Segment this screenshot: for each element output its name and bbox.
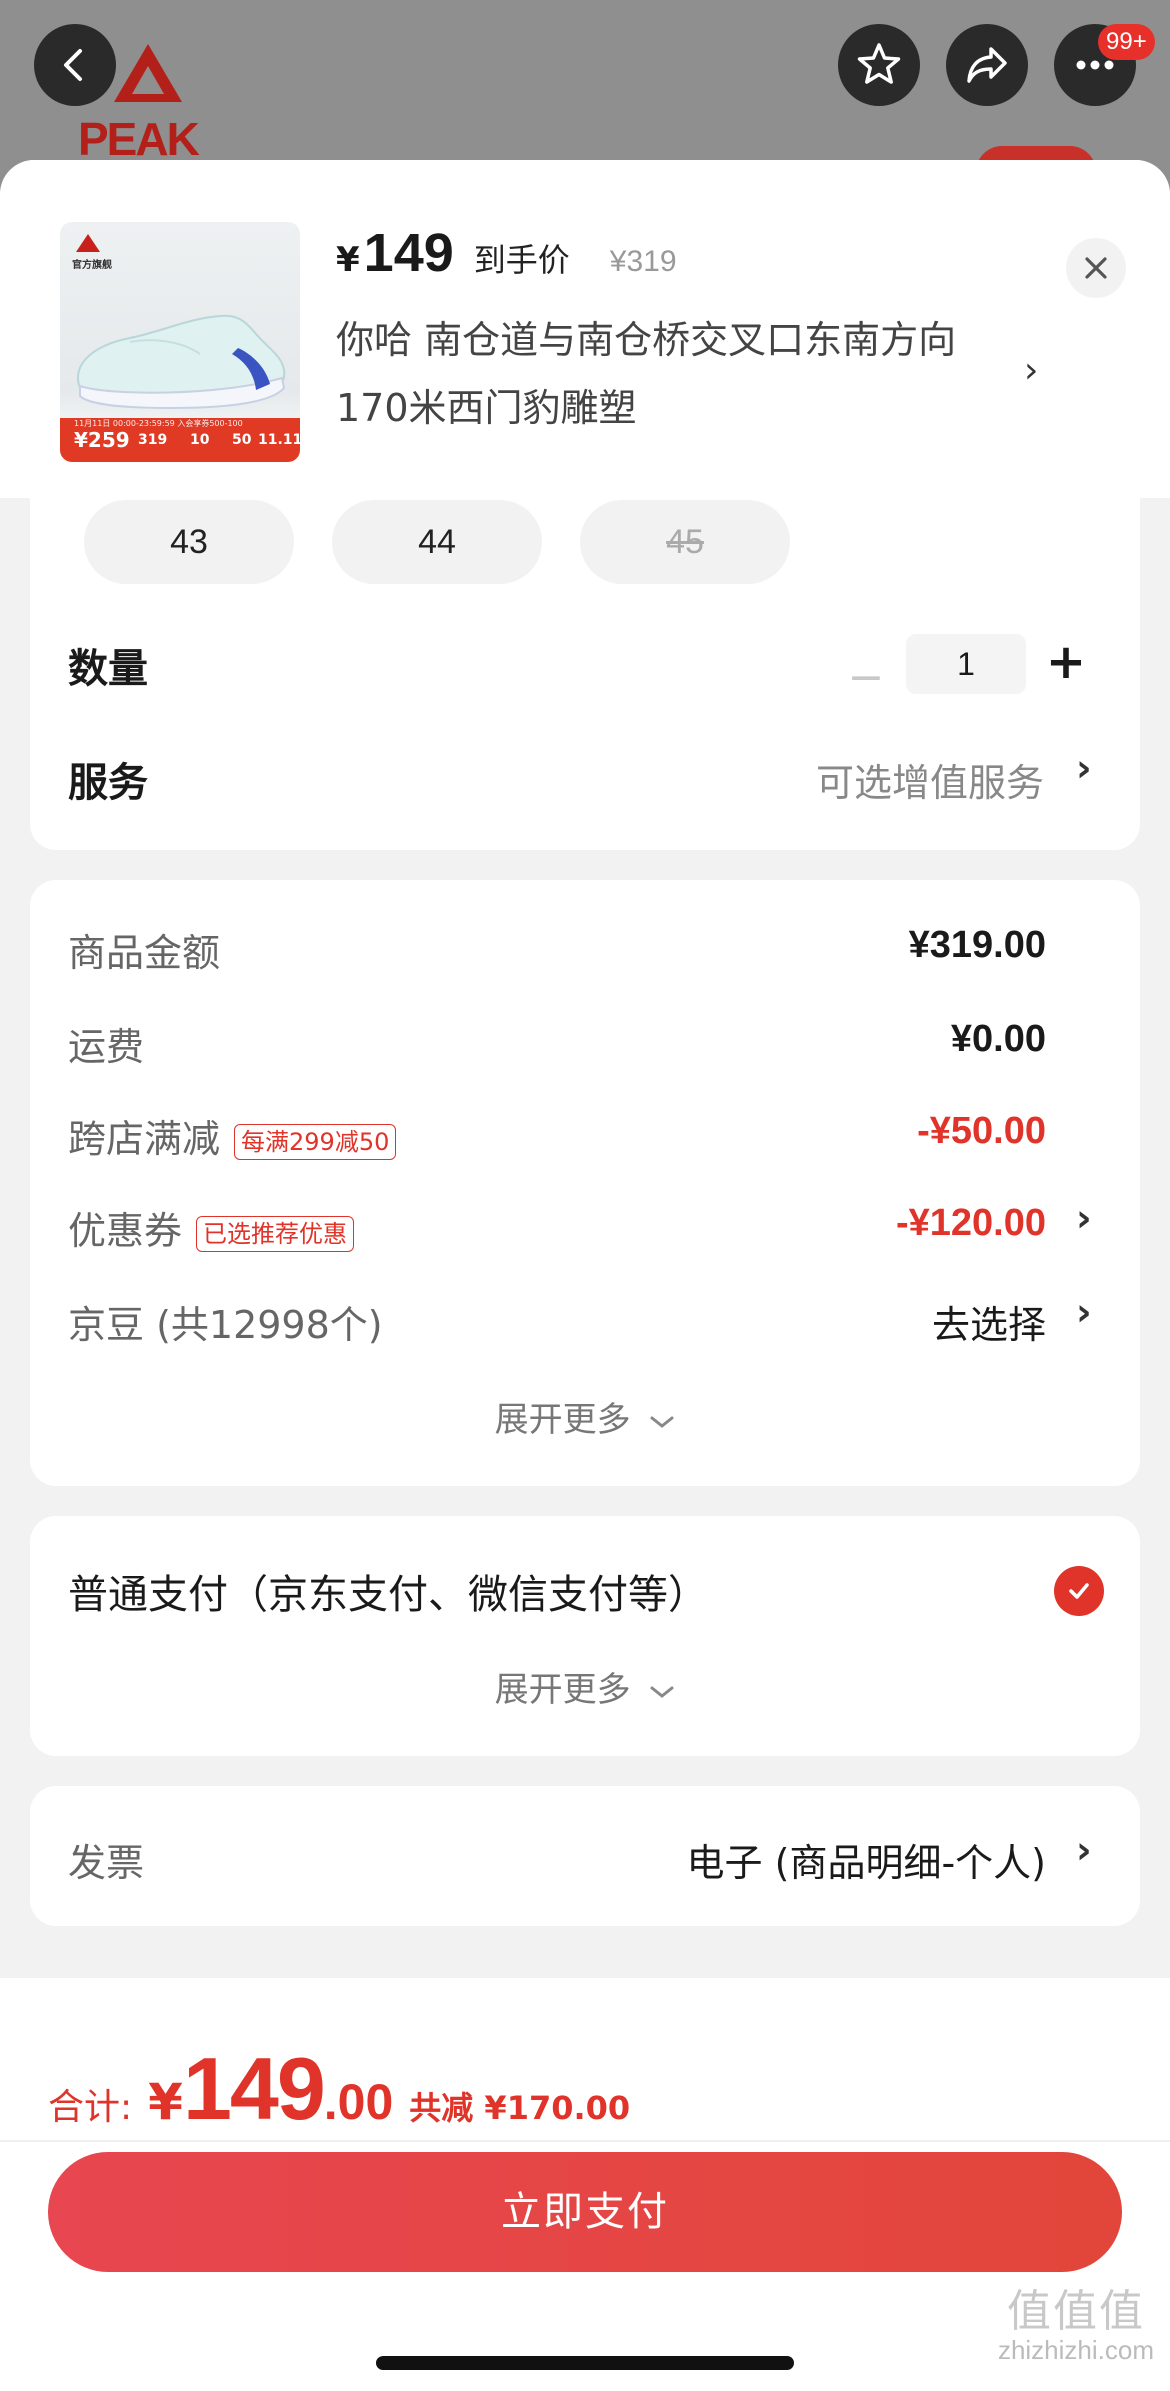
shipping-label: 运费 [68,1025,145,1069]
service-label: 服务 [68,760,148,806]
home-indicator [376,2356,794,2370]
size-option-44[interactable]: 44 [332,500,542,584]
final-price: 149 [363,223,454,283]
back-button[interactable] [34,24,116,106]
order-total: 合计: ¥ 149 .00 共减 ¥170.00 [48,2038,630,2140]
checkout-footer: 合计: ¥ 149 .00 共减 ¥170.00 立即支付 值值值 zhizhi… [0,1978,1170,2391]
quantity-decrement-button[interactable]: − [836,650,896,710]
goods-amount-value: ¥319.00 [908,924,1046,966]
chevron-down-icon [650,1686,674,1698]
invoice-value[interactable]: 电子 (商品明细-个人) [687,1832,1046,1887]
payment-selected-check[interactable] [1054,1566,1104,1616]
quantity-input[interactable]: 1 [906,634,1026,694]
product-header: 官方旗舰 11月11日 00:00-23:59:59 入会享券500-100 ¥… [0,160,1170,498]
coupon-value[interactable]: -¥120.00 [896,1202,1046,1245]
size-option-45: 45 [580,500,790,584]
cross-store-discount-row: 跨店满减 每满299减50 [68,1108,397,1163]
thumb-brand: 官方旗舰 [72,260,112,271]
address-chevron-icon[interactable]: › [1024,350,1038,391]
cross-store-discount-value: -¥50.00 [917,1110,1046,1152]
jd-beans-value[interactable]: 去选择 [932,1294,1046,1349]
product-thumbnail: 官方旗舰 11月11日 00:00-23:59:59 入会享券500-100 ¥… [60,222,300,462]
jd-beans-label: 京豆 (共12998个) [68,1303,383,1347]
service-value[interactable]: 可选增值服务 [816,752,1044,807]
shoe-image [76,314,286,410]
payment-expand-more[interactable]: 展开更多 [0,1662,1170,1711]
total-amount-integer: 149 [182,2039,326,2138]
final-price-label: 到手价 [473,241,570,279]
pay-now-button[interactable]: 立即支付 [48,2152,1122,2272]
quantity-increment-button[interactable]: + [1036,630,1096,690]
coupon-row[interactable]: 优惠券 已选推荐优惠 [68,1200,355,1255]
close-icon [1085,257,1107,279]
total-amount-decimal: .00 [323,2074,394,2130]
payment-card [30,1516,1140,1756]
price-currency: ¥ [336,240,360,280]
jd-beans-chevron-icon[interactable]: › [1076,1290,1092,1334]
notification-badge: 99+ [1098,24,1155,60]
watermark: 值值值 zhizhizhi.com [997,2287,1154,2366]
back-icon [64,49,82,81]
goods-amount-label: 商品金额 [68,931,221,975]
star-icon [857,43,901,84]
size-option-43[interactable]: 43 [84,500,294,584]
invoice-chevron-icon[interactable]: › [1076,1828,1092,1872]
favorite-button[interactable] [838,24,920,106]
coupon-label: 优惠券 [68,1209,183,1253]
check-icon [1069,1583,1089,1599]
chevron-down-icon [650,1416,674,1428]
coupon-tag: 已选推荐优惠 [196,1215,355,1252]
invoice-label: 发票 [68,1841,145,1885]
share-icon [967,47,1007,83]
total-currency: ¥ [148,2073,183,2131]
payment-method-label[interactable]: 普通支付（京东支付、微信支付等） [68,1562,708,1620]
thumb-logo [76,234,100,252]
delivery-address[interactable]: 你哈 南仓道与南仓桥交叉口东南方向170米西门豹雕塑 [336,306,1016,442]
coupon-chevron-icon[interactable]: › [1076,1196,1092,1240]
shipping-value: ¥0.00 [950,1018,1046,1060]
quantity-label: 数量 [68,646,148,692]
cross-store-discount-tag: 每满299减50 [234,1123,397,1160]
original-price: ¥319 [609,245,677,278]
close-button[interactable] [1066,238,1126,298]
price-line: ¥ 149 到手价 ¥319 [336,222,677,292]
service-chevron-icon[interactable]: › [1076,746,1092,790]
cross-store-discount-label: 跨店满减 [68,1117,221,1161]
footer-divider [0,2140,1170,2142]
total-saved: 共减 ¥170.00 [409,2089,631,2127]
summary-expand-more[interactable]: 展开更多 [0,1392,1170,1441]
promo-strip: 11月11日 00:00-23:59:59 入会享券500-100 ¥259 3… [60,418,300,462]
total-label: 合计: [48,2087,133,2128]
share-button[interactable] [946,24,1028,106]
